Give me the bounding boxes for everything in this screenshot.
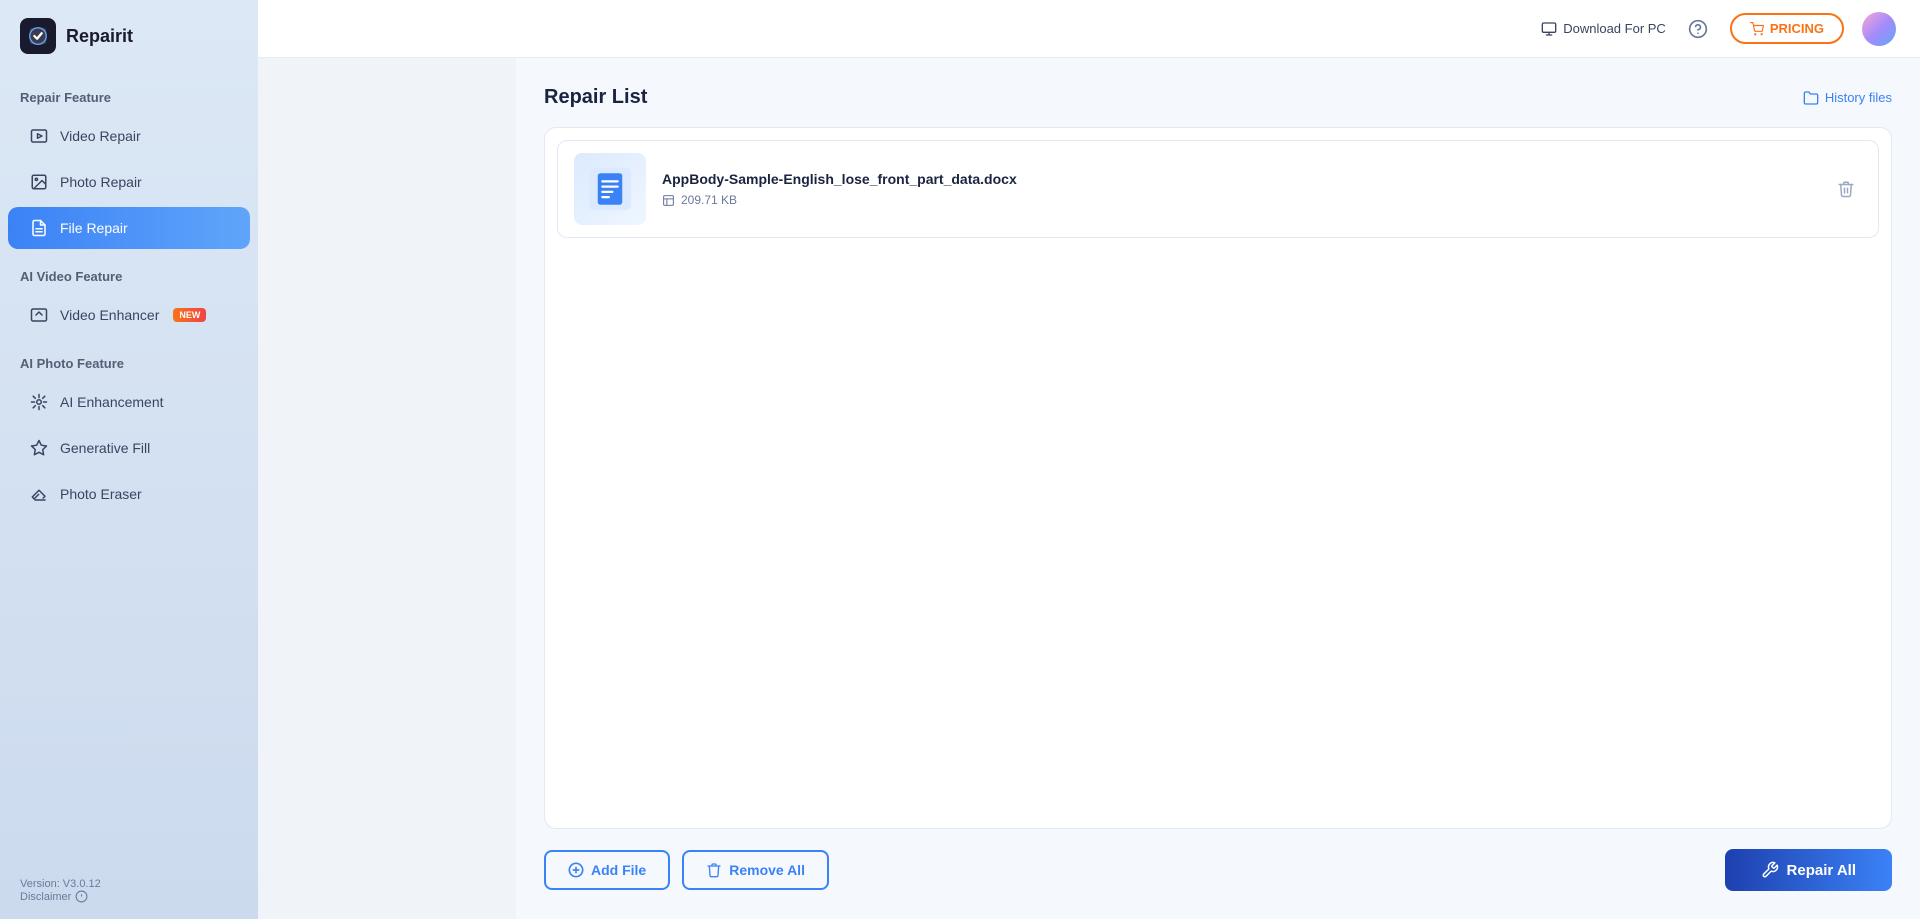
repair-feature-label: Repair Feature xyxy=(0,72,258,113)
user-avatar[interactable] xyxy=(1862,12,1896,46)
sidebar-footer: Version: V3.0.12 Disclaimer xyxy=(0,862,258,919)
ai-enhancement-icon xyxy=(28,391,50,413)
sidebar-label-file-repair: File Repair xyxy=(60,220,128,236)
sidebar: Repairit Repair Feature Video Repair Pho… xyxy=(0,0,258,919)
add-file-label: Add File xyxy=(591,862,646,878)
sidebar-item-photo-eraser[interactable]: Photo Eraser xyxy=(8,473,250,515)
history-files-label: History files xyxy=(1825,90,1892,105)
trash-icon xyxy=(1837,180,1855,198)
repair-all-button[interactable]: Repair All xyxy=(1725,849,1892,891)
pricing-label: PRICING xyxy=(1770,21,1824,36)
monitor-icon xyxy=(1541,21,1557,37)
remove-all-button[interactable]: Remove All xyxy=(682,850,829,890)
file-repair-icon xyxy=(28,217,50,239)
sidebar-label-generative-fill: Generative Fill xyxy=(60,440,150,456)
sidebar-label-photo-repair: Photo Repair xyxy=(60,174,142,190)
sidebar-item-generative-fill[interactable]: Generative Fill xyxy=(8,427,250,469)
new-badge: NEW xyxy=(173,308,206,322)
sidebar-item-photo-repair[interactable]: Photo Repair xyxy=(8,161,250,203)
add-file-button[interactable]: Add File xyxy=(544,850,670,890)
repair-list-title: Repair List xyxy=(544,86,647,109)
file-name: AppBody-Sample-English_lose_front_part_d… xyxy=(662,171,1814,187)
generative-fill-icon xyxy=(28,437,50,459)
repair-all-label: Repair All xyxy=(1787,862,1856,879)
docx-file-icon xyxy=(589,168,631,210)
disclaimer-link[interactable]: Disclaimer xyxy=(20,890,238,903)
delete-file-button[interactable] xyxy=(1830,173,1862,205)
folder-icon xyxy=(1803,90,1819,106)
sidebar-label-video-enhancer: Video Enhancer xyxy=(60,307,159,323)
help-button[interactable] xyxy=(1684,15,1712,43)
version-text: Version: V3.0.12 xyxy=(20,878,238,890)
repair-icon xyxy=(1761,861,1779,879)
cart-icon xyxy=(1750,22,1764,36)
sidebar-label-ai-enhancement: AI Enhancement xyxy=(60,394,164,410)
disclaimer-text: Disclaimer xyxy=(20,891,71,903)
sidebar-label-video-repair: Video Repair xyxy=(60,128,141,144)
file-item: AppBody-Sample-English_lose_front_part_d… xyxy=(557,140,1879,238)
photo-eraser-icon xyxy=(28,483,50,505)
video-enhancer-icon xyxy=(28,304,50,326)
repair-list-content: AppBody-Sample-English_lose_front_part_d… xyxy=(544,127,1892,829)
sidebar-item-file-repair[interactable]: File Repair xyxy=(8,207,250,249)
file-size: 209.71 KB xyxy=(681,193,737,207)
photo-repair-icon xyxy=(28,171,50,193)
ai-video-feature-label: AI Video Feature xyxy=(0,251,258,292)
logo-text: Repairit xyxy=(66,26,133,47)
bottom-bar: Add File Remove All Repair All xyxy=(544,829,1892,891)
sidebar-item-video-repair[interactable]: Video Repair xyxy=(8,115,250,157)
bottom-left-buttons: Add File Remove All xyxy=(544,850,829,890)
file-size-row: 209.71 KB xyxy=(662,193,1814,207)
header: Download For PC PRICING xyxy=(258,0,1920,58)
pricing-button[interactable]: PRICING xyxy=(1730,13,1844,44)
plus-circle-icon xyxy=(568,862,584,878)
download-for-pc-button[interactable]: Download For PC xyxy=(1541,21,1666,37)
logo-area[interactable]: Repairit xyxy=(0,0,258,72)
remove-all-label: Remove All xyxy=(729,862,805,878)
file-thumbnail xyxy=(574,153,646,225)
main-content: Repair List History files AppBody-Sa xyxy=(516,58,1920,919)
repair-list-header: Repair List History files xyxy=(544,86,1892,109)
file-size-icon xyxy=(662,194,675,207)
sidebar-item-ai-enhancement[interactable]: AI Enhancement xyxy=(8,381,250,423)
trash-remove-icon xyxy=(706,862,722,878)
sidebar-label-photo-eraser: Photo Eraser xyxy=(60,486,142,502)
ai-photo-feature-label: AI Photo Feature xyxy=(0,338,258,379)
sidebar-item-video-enhancer[interactable]: Video Enhancer NEW xyxy=(8,294,250,336)
video-repair-icon xyxy=(28,125,50,147)
logo-icon xyxy=(20,18,56,54)
history-files-button[interactable]: History files xyxy=(1803,90,1892,106)
download-label: Download For PC xyxy=(1563,21,1666,36)
file-info: AppBody-Sample-English_lose_front_part_d… xyxy=(662,171,1814,207)
